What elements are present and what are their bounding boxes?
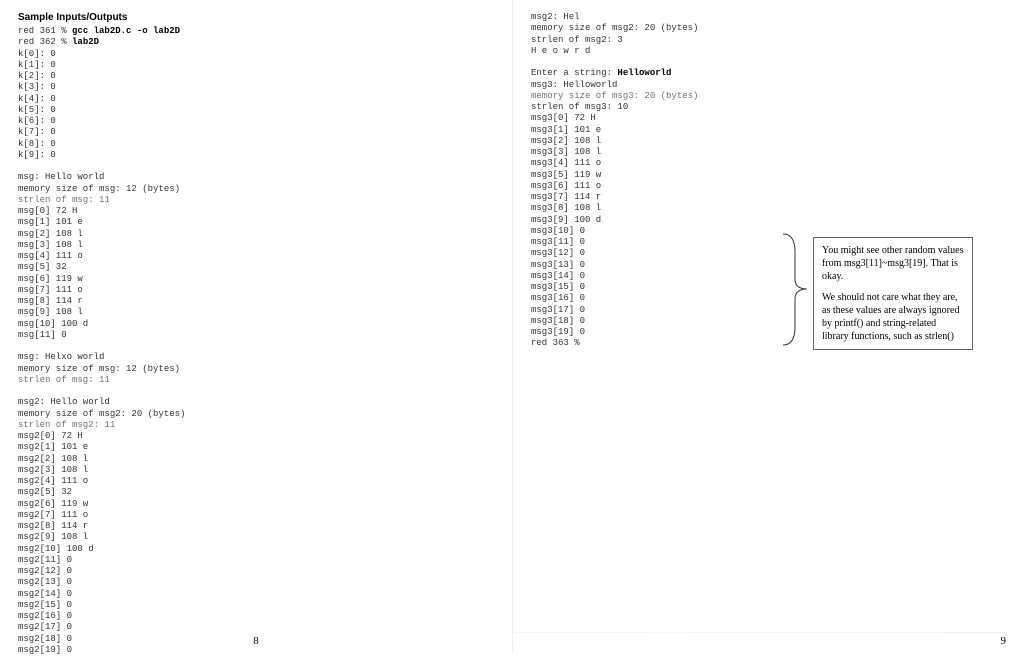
- msg2-row: msg2[8] 114 r: [18, 521, 494, 532]
- msg3-row: memory size of msg3: 20 (bytes): [531, 91, 1006, 102]
- compile-cmd: gcc lab2D.c -o lab2D: [72, 26, 180, 36]
- msg-row: msg[5] 32: [18, 262, 494, 273]
- msg2-row: strlen of msg2: 11: [18, 420, 494, 431]
- page-right: msg2: Hel memory size of msg2: 20 (bytes…: [512, 0, 1024, 653]
- k-row: k[5]: 0: [18, 105, 494, 116]
- k-row: k[8]: 0: [18, 139, 494, 150]
- msg2-tail-row: strlen of msg2: 3: [531, 35, 1006, 46]
- msg3-row: msg3[1] 101 e: [531, 125, 1006, 136]
- prompt: red 362 %: [18, 37, 72, 47]
- msg2-row: msg2[7] 111 o: [18, 510, 494, 521]
- msg-row: msg[11] 0: [18, 330, 494, 341]
- msg-helxo-row: msg: Helxo world: [18, 352, 494, 363]
- prompt: red 361 %: [18, 26, 72, 36]
- msg2-row: msg2[6] 119 w: [18, 499, 494, 510]
- msg-row: msg[7] 111 o: [18, 285, 494, 296]
- msg3-row: msg3[7] 114 r: [531, 192, 1006, 203]
- k-row: k[7]: 0: [18, 127, 494, 138]
- msg3-row: strlen of msg3: 10: [531, 102, 1006, 113]
- section-heading: Sample Inputs/Outputs: [18, 12, 494, 23]
- callout-box: You might see other random values from m…: [813, 237, 973, 350]
- msg2-row: msg2[15] 0: [18, 600, 494, 611]
- msg-row: msg[8] 114 r: [18, 296, 494, 307]
- msg-row: memory size of msg: 12 (bytes): [18, 184, 494, 195]
- callout-text: We should not care what they are, as the…: [822, 291, 964, 343]
- msg-helxo-row: memory size of msg: 12 (bytes): [18, 364, 494, 375]
- msg-row: msg[4] 111 o: [18, 251, 494, 262]
- msg2-row: msg2[4] 111 o: [18, 476, 494, 487]
- msg-row: msg[3] 108 l: [18, 240, 494, 251]
- run-line: red 362 % lab2D: [18, 37, 494, 48]
- msg2-row: msg2[10] 100 d: [18, 544, 494, 555]
- msg3-row: msg3[2] 108 l: [531, 136, 1006, 147]
- msg2-row: msg2[2] 108 l: [18, 454, 494, 465]
- k-row: k[9]: 0: [18, 150, 494, 161]
- compile-line: red 361 % gcc lab2D.c -o lab2D: [18, 26, 494, 37]
- k-row: k[2]: 0: [18, 71, 494, 82]
- msg3-row: msg3[3] 108 l: [531, 147, 1006, 158]
- msg3-row: msg3: Helloworld: [531, 80, 1006, 91]
- msg2-row: msg2[0] 72 H: [18, 431, 494, 442]
- msg-row: msg[1] 101 e: [18, 217, 494, 228]
- k-row: k[0]: 0: [18, 49, 494, 60]
- enter-value: Helloworld: [617, 68, 671, 78]
- msg2-row: msg2[12] 0: [18, 566, 494, 577]
- msg2-row: msg2[16] 0: [18, 611, 494, 622]
- callout-text: You might see other random values from m…: [822, 244, 964, 283]
- msg-row: msg[10] 100 d: [18, 319, 494, 330]
- msg2-row: msg2[1] 101 e: [18, 442, 494, 453]
- msg3-row: msg3[5] 119 w: [531, 170, 1006, 181]
- k-row: k[1]: 0: [18, 60, 494, 71]
- k-row: k[3]: 0: [18, 82, 494, 93]
- msg2-row: msg2[9] 108 l: [18, 532, 494, 543]
- page-left: Sample Inputs/Outputs red 361 % gcc lab2…: [0, 0, 512, 653]
- msg2-row: msg2: Hello world: [18, 397, 494, 408]
- msg-helxo-row: strlen of msg: 11: [18, 375, 494, 386]
- msg2-tail-row: msg2: Hel: [531, 12, 1006, 23]
- msg-row: msg[2] 108 l: [18, 229, 494, 240]
- msg2-row: msg2[17] 0: [18, 622, 494, 633]
- msg3-row: msg3[0] 72 H: [531, 113, 1006, 124]
- blank-line: [18, 386, 494, 397]
- msg2-tail-row: H e o w r d: [531, 46, 1006, 57]
- msg-row: msg[6] 119 w: [18, 274, 494, 285]
- brace-icon: [781, 232, 809, 347]
- msg3-row: msg3[8] 108 l: [531, 203, 1006, 214]
- msg2-row: msg2[14] 0: [18, 589, 494, 600]
- msg-row: msg[0] 72 H: [18, 206, 494, 217]
- msg2-row: msg2[11] 0: [18, 555, 494, 566]
- run-cmd: lab2D: [72, 37, 99, 47]
- msg-row: strlen of msg: 11: [18, 195, 494, 206]
- enter-string-line: Enter a string: Helloworld: [531, 68, 1006, 79]
- msg3-row: msg3[9] 100 d: [531, 215, 1006, 226]
- msg2-row: msg2[3] 108 l: [18, 465, 494, 476]
- k-row: k[6]: 0: [18, 116, 494, 127]
- msg3-row: msg3[10] 0: [531, 226, 1006, 237]
- blank-line: [18, 161, 494, 172]
- msg3-row: msg3[6] 111 o: [531, 181, 1006, 192]
- blank-line: [18, 341, 494, 352]
- msg2-row: msg2[13] 0: [18, 577, 494, 588]
- blank-line: [531, 57, 1006, 68]
- msg-row: msg: Hello world: [18, 172, 494, 183]
- msg2-row: msg2[5] 32: [18, 487, 494, 498]
- torn-edge-decoration: [513, 632, 1006, 633]
- page-number: 8: [253, 635, 259, 647]
- msg2-row: memory size of msg2: 20 (bytes): [18, 409, 494, 420]
- page-number: 9: [1001, 635, 1007, 647]
- k-row: k[4]: 0: [18, 94, 494, 105]
- msg3-row: msg3[4] 111 o: [531, 158, 1006, 169]
- enter-prompt: Enter a string:: [531, 68, 617, 78]
- msg-row: msg[9] 108 l: [18, 307, 494, 318]
- msg2-tail-row: memory size of msg2: 20 (bytes): [531, 23, 1006, 34]
